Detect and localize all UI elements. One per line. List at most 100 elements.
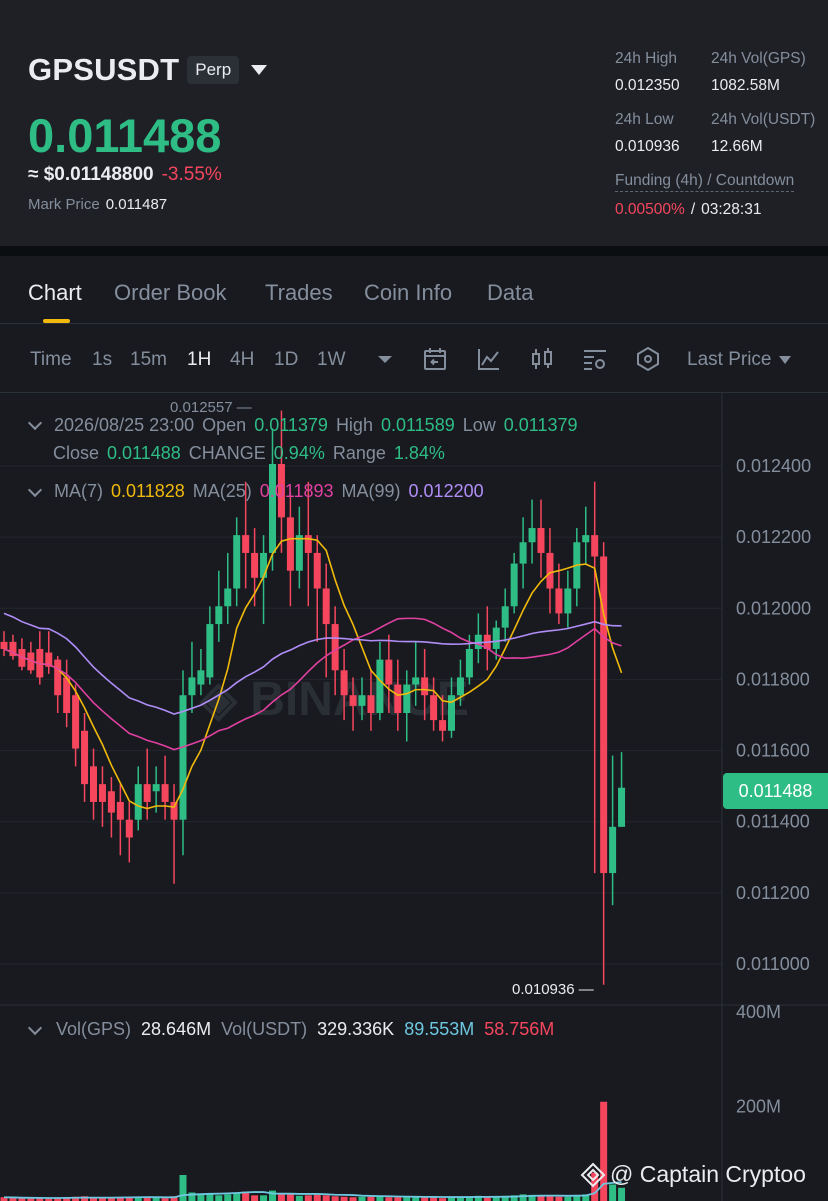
volume-bar xyxy=(349,1197,357,1201)
timeframe-15m[interactable]: 15m xyxy=(130,349,167,371)
candle-body xyxy=(510,563,518,607)
volume-bar xyxy=(421,1197,429,1201)
chevron-down-icon[interactable] xyxy=(251,65,268,75)
open-label: Open xyxy=(202,415,247,435)
candle-body xyxy=(224,588,232,607)
watermark-text: @ Captain Cryptoo xyxy=(610,1161,806,1187)
vol-tick-label: 400M xyxy=(736,1002,781,1022)
main-tabs: Chart Order Book Trades Coin Info Data xyxy=(0,256,828,324)
tab-chart[interactable]: Chart xyxy=(28,280,82,306)
candle-type-icon[interactable] xyxy=(529,346,555,372)
chevron-down-icon xyxy=(779,356,792,364)
candle-body xyxy=(251,552,259,578)
volume-legend: Vol(GPS) 28.646M Vol(USDT) 329.336K 89.5… xyxy=(27,1019,555,1040)
y-tick-label: 0.012200 xyxy=(736,527,811,547)
tab-coin-info[interactable]: Coin Info xyxy=(364,280,452,306)
candle-body xyxy=(331,624,339,671)
stat-value: 1082.58M xyxy=(711,77,780,94)
candle-body xyxy=(394,684,402,713)
candle-body xyxy=(439,720,447,731)
tab-order-book[interactable]: Order Book xyxy=(114,280,227,306)
perp-badge: Perp xyxy=(187,56,240,84)
timeframe-4h[interactable]: 4H xyxy=(230,349,254,371)
stat-value: 12.66M xyxy=(711,138,763,155)
candle-body xyxy=(367,695,375,713)
candle-body xyxy=(161,784,169,802)
chart-area[interactable]: ◈ BINANCE 0.012400 0.012200 0.012000 0.01180… xyxy=(0,393,828,1201)
volume-bar xyxy=(385,1197,393,1201)
last-price: 0.011488 xyxy=(28,109,222,162)
volume-bar xyxy=(331,1196,339,1201)
candle-body xyxy=(519,542,527,564)
candle-body xyxy=(304,535,312,553)
candle-body xyxy=(555,588,563,614)
stat-value: 0.012350 xyxy=(615,77,680,94)
candle-body xyxy=(125,819,133,838)
stat-label: 24h Low xyxy=(615,111,674,128)
volume-bar xyxy=(251,1195,259,1201)
range-value: 1.84% xyxy=(393,443,445,463)
volume-bar xyxy=(340,1196,348,1201)
funding-label[interactable]: Funding (4h) / Countdown xyxy=(615,172,795,192)
candle-body xyxy=(501,606,509,628)
symbol-selector[interactable]: GPSUSDT Perp xyxy=(28,52,268,88)
layers-icon[interactable] xyxy=(635,346,661,372)
tab-trades[interactable]: Trades xyxy=(265,280,333,306)
ma7-label: MA(7) xyxy=(54,481,103,501)
collapse-chevron-icon[interactable] xyxy=(27,415,43,431)
timeframe-1w[interactable]: 1W xyxy=(317,349,346,371)
ma25-label: MA(25) xyxy=(192,481,252,501)
volume-bar xyxy=(367,1196,375,1201)
symbol-name: GPSUSDT xyxy=(28,52,180,87)
price-type-selector[interactable]: Last Price xyxy=(687,349,792,371)
volume-bar xyxy=(618,1187,626,1201)
candle-body xyxy=(170,801,178,820)
timeframe-1s[interactable]: 1s xyxy=(92,349,112,371)
candle-body xyxy=(81,730,89,785)
candle-body xyxy=(564,588,572,614)
mark-price-label: Mark Price xyxy=(28,196,100,213)
candle-body xyxy=(358,695,366,706)
settings-icon[interactable] xyxy=(582,346,608,372)
candle-body xyxy=(260,552,268,578)
stat-24h-vol-usdt: 24h Vol(USDT) 12.66M xyxy=(711,111,815,156)
candle-body xyxy=(465,648,473,678)
candle-body xyxy=(143,784,151,802)
ohlc-legend: 2026/08/25 23:00 Open 0.011379 High 0.01… xyxy=(27,411,578,467)
tab-data[interactable]: Data xyxy=(487,280,533,306)
vol-usdt-value: 329.336K xyxy=(317,1019,395,1039)
collapse-chevron-icon[interactable] xyxy=(27,1020,43,1035)
volume-bar xyxy=(277,1193,285,1201)
vol-usdt-label: Vol(USDT) xyxy=(221,1019,308,1039)
candle-body xyxy=(90,766,97,802)
open-value: 0.011379 xyxy=(254,415,328,435)
stat-24h-low: 24h Low 0.010936 xyxy=(615,111,680,156)
calendar-icon[interactable] xyxy=(422,346,448,372)
price-type-label: Last Price xyxy=(687,349,772,370)
usd-price-row: ≈ $0.01148800 -3.55% xyxy=(28,164,222,186)
dropdown-icon[interactable] xyxy=(372,346,398,372)
volume-bar xyxy=(358,1196,366,1201)
ma7-value: 0.011828 xyxy=(111,481,185,501)
collapse-chevron-icon[interactable] xyxy=(27,482,43,497)
vol-ma2-value: 58.756M xyxy=(484,1019,555,1039)
timeframe-time[interactable]: Time xyxy=(30,349,72,371)
vol-ma-line xyxy=(3,1181,622,1199)
ma-legend: MA(7) 0.011828 MA(25) 0.011893 MA(99) 0.… xyxy=(27,481,484,502)
volume-bar xyxy=(260,1195,268,1201)
range-label: Range xyxy=(332,443,386,463)
volume-bar xyxy=(269,1190,276,1201)
timeframe-1h[interactable]: 1H xyxy=(187,349,211,371)
y-tick-label: 0.011200 xyxy=(736,883,810,903)
y-tick-label: 0.011800 xyxy=(736,669,810,689)
indicator-icon[interactable] xyxy=(476,346,502,372)
stat-value: 0.010936 xyxy=(615,138,680,155)
candle-body xyxy=(0,641,8,649)
volume-bar xyxy=(322,1195,330,1201)
candlestick-chart[interactable]: ◈ BINANCE0.0124000.0122000.0120000.01180… xyxy=(0,393,828,1201)
timeframe-1d[interactable]: 1D xyxy=(274,349,298,371)
volume-bar xyxy=(286,1194,294,1201)
candle-body xyxy=(537,528,545,553)
candle-body xyxy=(528,528,536,543)
volume-bar xyxy=(179,1175,187,1201)
